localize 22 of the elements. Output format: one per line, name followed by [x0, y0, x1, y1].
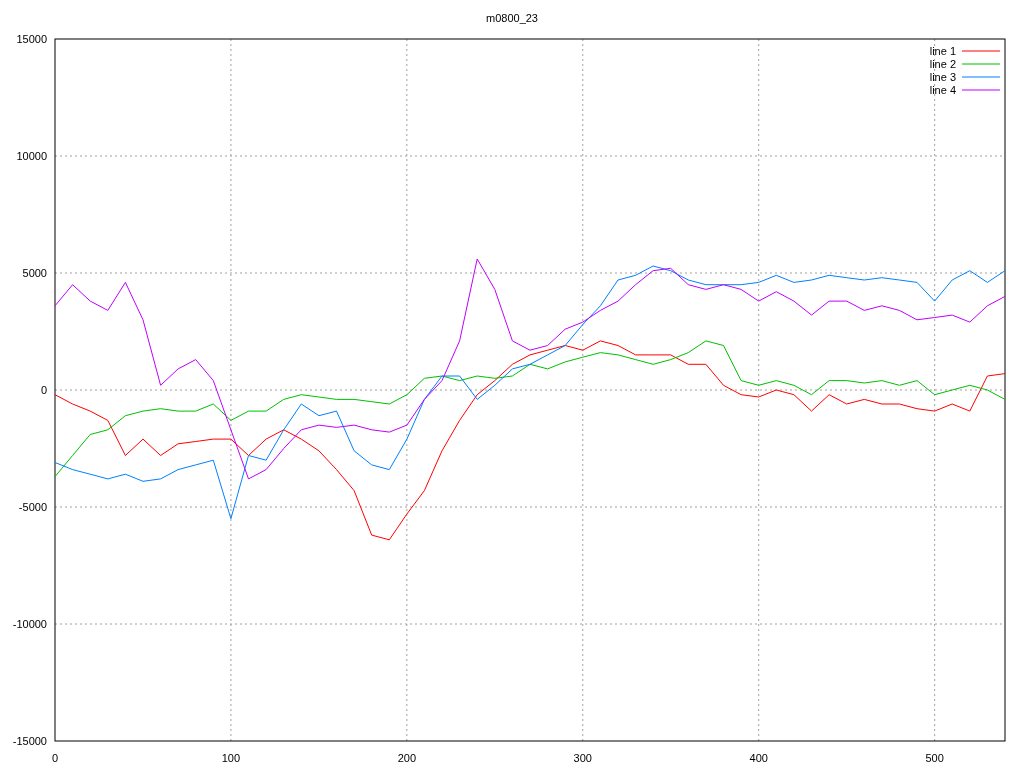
y-axis-tick-label: 0 [40, 384, 47, 396]
x-axis-tick-label: 0 [51, 752, 59, 764]
legend-line-sample [961, 76, 1001, 78]
legend-label: line 4 [929, 84, 956, 96]
x-axis-tick-label: 200 [397, 752, 417, 764]
legend-label: line 2 [929, 58, 956, 70]
legend-line-sample [961, 63, 1001, 65]
x-axis-tick-label: 300 [573, 752, 592, 764]
y-axis-tick-label: 15000 [16, 33, 47, 45]
legend-label: line 1 [929, 45, 956, 57]
y-axis-tick-label: -10000 [12, 618, 47, 630]
x-axis-tick-label: 100 [221, 752, 241, 764]
x-axis-tick-label: 400 [749, 752, 768, 764]
legend-line-sample [961, 89, 1001, 91]
legend-label: line 3 [929, 71, 956, 83]
y-axis-tick-label: 10000 [16, 150, 47, 162]
legend-line-sample [961, 50, 1001, 52]
y-axis-tick-label: -5000 [18, 501, 47, 513]
x-axis-tick-label: 500 [925, 752, 944, 764]
y-axis-tick-label: -15000 [12, 735, 47, 747]
y-axis-tick-label: 5000 [22, 267, 47, 279]
chart-title: m0800_23 [486, 12, 538, 24]
